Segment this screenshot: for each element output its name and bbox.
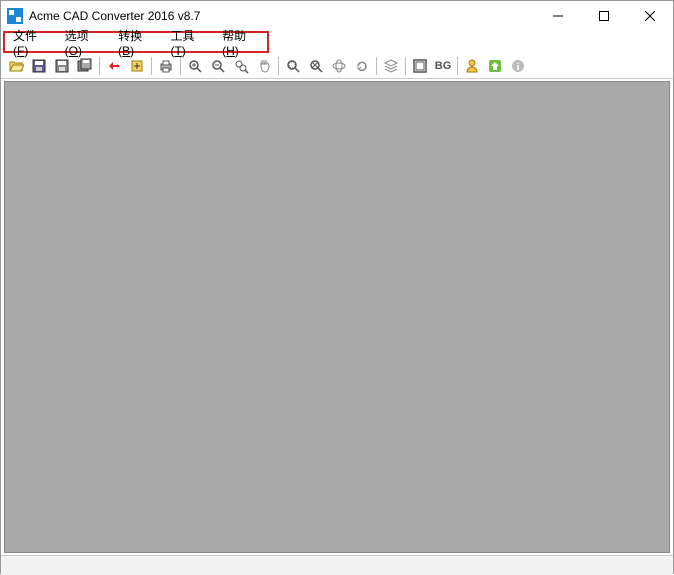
window-controls [535,1,673,31]
fullscreen-button[interactable] [409,55,431,77]
print-button[interactable] [155,55,177,77]
minimize-button[interactable] [535,1,581,31]
svg-text:i: i [517,62,520,73]
layers-button[interactable] [380,55,402,77]
close-button[interactable] [627,1,673,31]
save-disk-button[interactable] [51,55,73,77]
user-button[interactable] [461,55,483,77]
statusbar [1,555,673,575]
zoom-all-button[interactable] [305,55,327,77]
rotate-button[interactable] [351,55,373,77]
zoom-extents-button[interactable] [230,55,252,77]
pan-button[interactable] [253,55,275,77]
window-title: Acme CAD Converter 2016 v8.7 [29,9,535,23]
drawing-canvas[interactable] [4,81,670,553]
open-button[interactable] [5,55,27,77]
toolbar-separator [405,57,406,75]
menubar: 文件(F) 选项(O) 转换(B) 工具(T) 帮助(H) [3,31,269,53]
app-icon [7,8,23,24]
toolbar-separator [376,57,377,75]
convert-button[interactable] [103,55,125,77]
background-color-button[interactable]: BG [432,55,454,77]
home-button[interactable] [484,55,506,77]
batch-save-button[interactable] [74,55,96,77]
export-button[interactable] [126,55,148,77]
toolbar-separator [278,57,279,75]
toolbar-separator [457,57,458,75]
toolbar-separator [99,57,100,75]
save-button[interactable] [28,55,50,77]
toolbar-separator [180,57,181,75]
info-button[interactable]: i [507,55,529,77]
view-3d-button[interactable] [328,55,350,77]
zoom-in-button[interactable] [184,55,206,77]
toolbar-separator [151,57,152,75]
maximize-button[interactable] [581,1,627,31]
zoom-window-button[interactable] [282,55,304,77]
zoom-out-button[interactable] [207,55,229,77]
